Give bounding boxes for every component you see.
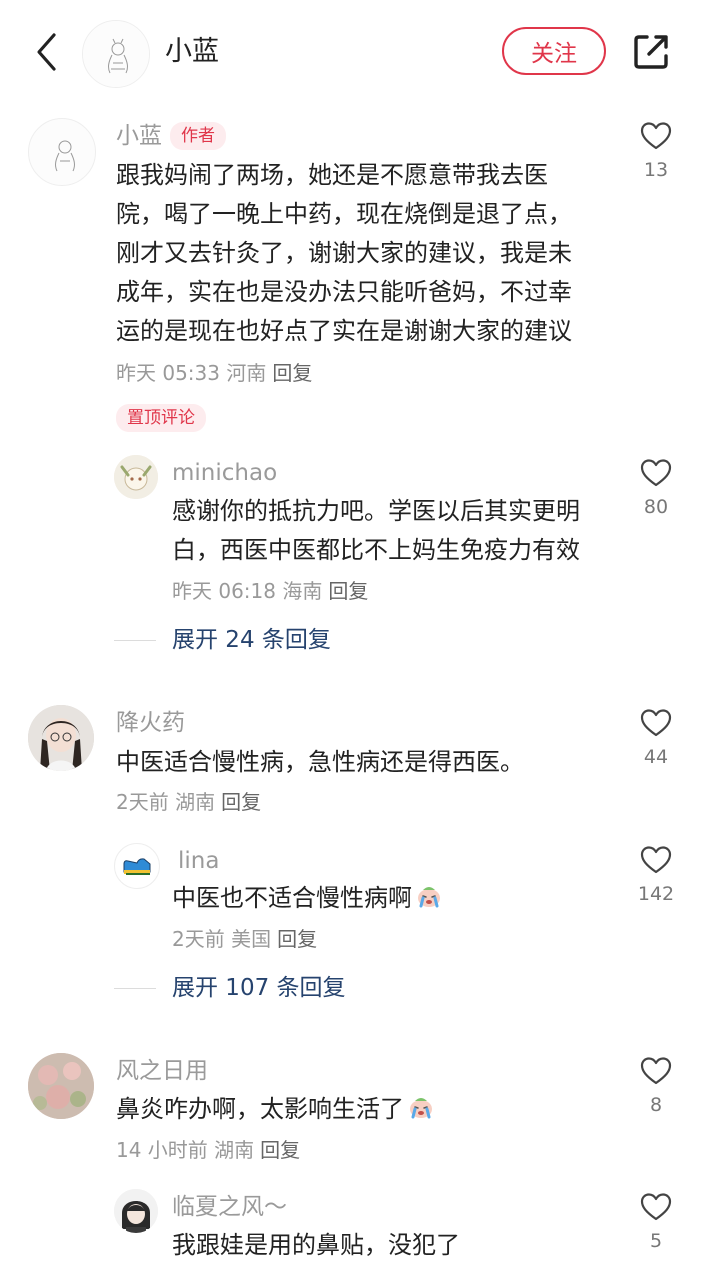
comment-time-location: 2天前 美国 [172,927,272,951]
comment-meta: 昨天 06:18 海南 回复 [172,577,368,605]
divider [114,640,156,641]
comment-author-name[interactable]: minichao [172,458,277,488]
comment-time-location: 昨天 06:18 海南 [172,579,323,603]
avatar[interactable] [28,705,94,771]
crying-face-emoji [418,887,440,908]
comment-text: 感谢你的抵抗力吧。学医以后其实更明 白，西医中医都比不上妈生免疫力有效 [172,492,622,570]
like-count: 13 [643,159,669,181]
comment-line: 白，西医中医都比不上妈生免疫力有效 [172,536,580,564]
comment-meta: 2天前 湖南 回复 [116,788,261,816]
comment-text-content: 中医也不适合慢性病啊 [172,884,412,912]
comment-text: 中医适合慢性病，急性病还是得西医。 [116,748,524,776]
comment-author-name[interactable]: lina [178,846,219,876]
heart-icon [640,1193,672,1221]
heart-icon [640,709,672,737]
comment-time-location: 14 小时前 湖南 [116,1138,255,1162]
author-tag: 作者 [170,122,226,150]
avatar[interactable] [114,455,158,499]
comment-time-location: 2天前 湖南 [116,790,216,814]
like-button[interactable]: 142 [626,845,686,905]
like-button[interactable]: 13 [626,121,686,181]
back-button[interactable] [26,28,66,76]
avatar[interactable] [114,1189,158,1233]
comment-line: 运的是现在也好点了实在是谢谢大家的建议 [116,317,572,345]
reply-button[interactable]: 回复 [221,790,261,814]
comment-text: 跟我妈闹了两场，她还是不愿意带我去医 院，喝了一晚上中药，现在烧倒是退了点， 刚… [116,156,626,351]
heart-icon [640,459,672,487]
like-button[interactable]: 5 [626,1192,686,1252]
comment-text: 我跟娃是用的鼻贴，没犯了 [172,1231,460,1259]
like-button[interactable]: 8 [626,1056,686,1116]
comment-text-content: 鼻炎咋办啊，太影响生活了 [116,1095,404,1123]
follow-button[interactable]: 关注 [502,27,606,75]
expand-replies-button[interactable]: 展开 24 条回复 [172,625,331,655]
like-count: 44 [643,746,669,768]
crying-face-emoji [410,1098,432,1119]
share-icon [634,35,668,69]
comment-author[interactable]: 小蓝 作者 [116,121,226,151]
like-count: 8 [649,1094,663,1116]
comment-text: 鼻炎咋办啊，太影响生活了 [116,1090,626,1129]
reply-button[interactable]: 回复 [328,579,368,603]
like-count: 142 [637,883,675,905]
comment-author-name[interactable]: 临夏之风～ [172,1192,287,1222]
share-button[interactable] [629,30,673,74]
comment-meta: 2天前 美国 回复 [172,925,317,953]
heart-icon [640,846,672,874]
chevron-left-icon [37,33,56,71]
comment-text: 中医也不适合慢性病啊 [172,879,622,918]
like-button[interactable]: 80 [626,458,686,518]
heart-icon [640,122,672,150]
like-button[interactable]: 44 [626,708,686,768]
comment-meta: 昨天 05:33 河南 回复 [116,359,312,387]
heart-icon [640,1057,672,1085]
reply-button[interactable]: 回复 [260,1138,300,1162]
comment-time-location: 昨天 05:33 河南 [116,361,267,385]
like-count: 5 [649,1230,663,1252]
comment-line: 跟我妈闹了两场，她还是不愿意带我去医 [116,161,548,189]
comment-author-name[interactable]: 风之日用 [116,1056,208,1086]
avatar[interactable] [28,118,96,186]
like-count: 80 [643,496,669,518]
reply-button[interactable]: 回复 [277,927,317,951]
header-avatar[interactable] [82,20,150,88]
comment-author-name: 小蓝 [116,123,162,149]
divider [114,988,156,989]
comment-meta: 14 小时前 湖南 回复 [116,1136,300,1164]
header-title: 小蓝 [165,36,219,67]
comment-line: 院，喝了一晚上中药，现在烧倒是退了点， [116,200,572,228]
avatar[interactable] [28,1053,94,1119]
avatar[interactable] [114,843,160,889]
expand-replies-button[interactable]: 展开 107 条回复 [172,973,346,1003]
comment-line: 成年，实在也是没办法只能听爸妈，不过幸 [116,278,572,306]
comment-line: 感谢你的抵抗力吧。学医以后其实更明 [172,497,580,525]
reply-button[interactable]: 回复 [272,361,312,385]
comment-line: 刚才又去针灸了，谢谢大家的建议，我是未 [116,239,572,267]
comment-author-name[interactable]: 降火药 [116,708,185,738]
pinned-tag: 置顶评论 [116,404,206,432]
